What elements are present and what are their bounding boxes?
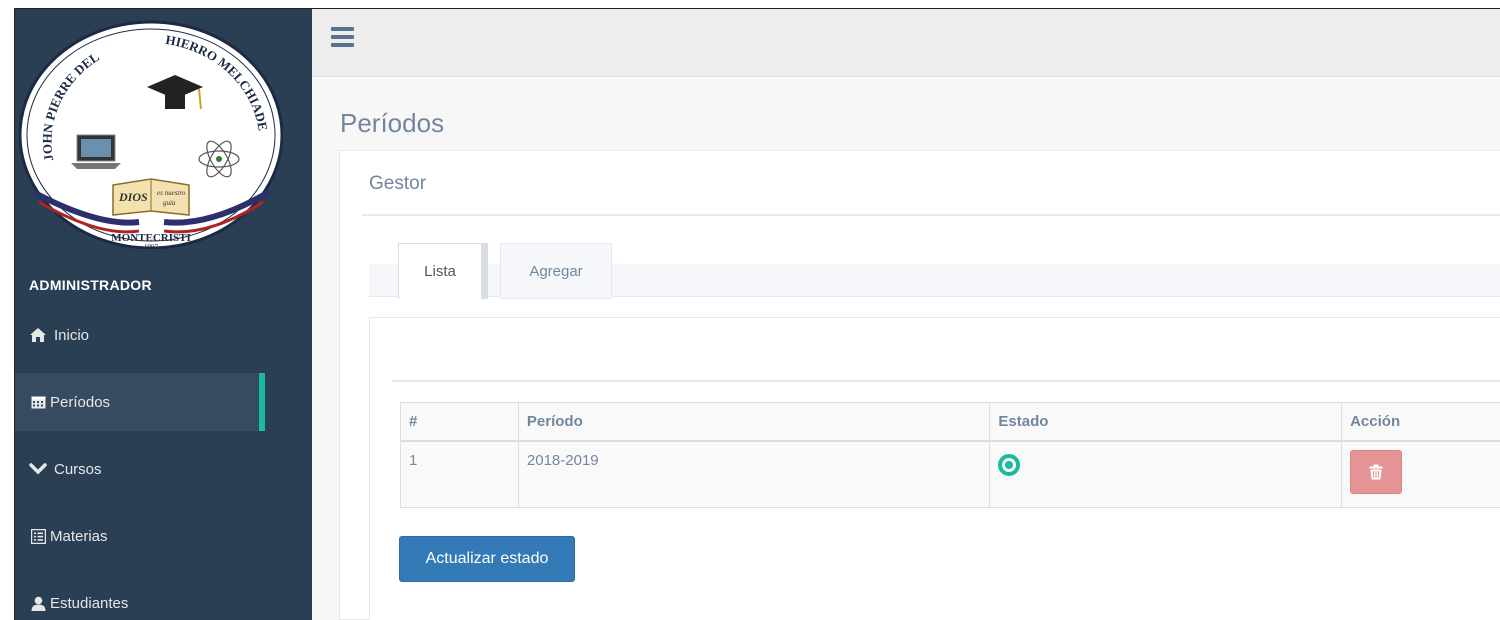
sidebar-item-cursos[interactable]: Cursos [15, 440, 265, 498]
school-logo: JOHN PIERRE DEL HIERRO MELCHIADE DIOS es… [18, 17, 284, 251]
panel-divider [362, 214, 1500, 216]
cell-number: 1 [400, 440, 519, 508]
sidebar-item-label: Períodos [50, 393, 111, 411]
sidebar-item-label: Cursos [54, 460, 102, 478]
menu-icon[interactable] [331, 27, 354, 47]
user-icon [28, 594, 48, 612]
svg-text:DIOS: DIOS [118, 190, 148, 204]
chevron-down-icon [28, 460, 48, 478]
app-frame: JOHN PIERRE DEL HIERRO MELCHIADE DIOS es… [14, 8, 1500, 620]
panel-title: Gestor [369, 173, 427, 194]
table-row: 1 2018-2019 [400, 440, 1500, 508]
sidebar-item-label: Inicio [54, 326, 90, 344]
sidebar-item-label: Estudiantes [50, 594, 129, 612]
sidebar-heading: ADMINISTRADOR [29, 277, 152, 293]
cell-accion [1341, 440, 1500, 508]
sidebar-item-periodos[interactable]: Períodos [15, 373, 265, 431]
cell-estado [989, 440, 1343, 508]
calendar-icon [28, 393, 48, 411]
sidebar: JOHN PIERRE DEL HIERRO MELCHIADE DIOS es… [15, 9, 312, 620]
column-header-periodo: Período [517, 402, 991, 442]
tab-content: # Período Estado Acción 1 2018-2019 Actu… [369, 317, 1500, 620]
svg-text:es nuestro: es nuestro [157, 189, 186, 197]
column-header-accion: Acción [1341, 402, 1500, 442]
sidebar-item-inicio[interactable]: Inicio [15, 306, 265, 364]
update-status-button[interactable]: Actualizar estado [399, 536, 575, 582]
svg-text:guía: guía [163, 199, 176, 207]
cell-periodo: 2018-2019 [517, 440, 991, 508]
tab-agregar[interactable]: Agregar [500, 243, 612, 299]
delete-button[interactable] [1350, 450, 1403, 494]
gestor-panel: Gestor Lista Agregar # Período Estado Ac… [339, 150, 1500, 620]
svg-text:1997: 1997 [144, 243, 159, 249]
table-header-row: # Período Estado Acción [400, 402, 1500, 442]
sidebar-item-materias[interactable]: Materias [15, 507, 265, 565]
radio-checked-icon[interactable] [998, 454, 1021, 476]
school-seal-icon: JOHN PIERRE DEL HIERRO MELCHIADE DIOS es… [18, 20, 284, 251]
column-header-estado: Estado [989, 402, 1343, 442]
sidebar-item-estudiantes[interactable]: Estudiantes [15, 574, 265, 620]
main-content: Períodos Gestor Lista Agregar # Período … [312, 78, 1500, 620]
page-title: Períodos [340, 108, 445, 138]
sidebar-item-label: Materias [50, 527, 108, 545]
home-icon [28, 326, 48, 344]
list-alt-icon [28, 527, 48, 545]
top-navbar [312, 9, 1500, 77]
column-header-number: # [400, 402, 519, 442]
trash-icon [1369, 464, 1383, 480]
content-divider [392, 380, 1500, 382]
periods-table: # Período Estado Acción 1 2018-2019 [400, 402, 1500, 508]
tab-lista[interactable]: Lista [398, 243, 488, 299]
